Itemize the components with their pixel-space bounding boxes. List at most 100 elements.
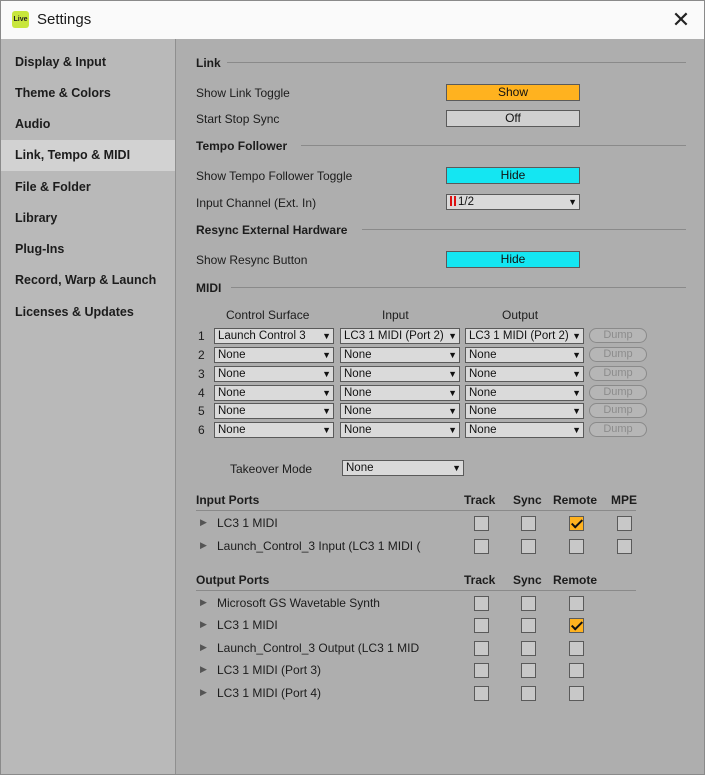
input-column-header: Input xyxy=(382,308,409,322)
output-port-row: ▶ LC3 1 MIDI (Port 3) xyxy=(179,661,689,681)
output-port-track-checkbox[interactable] xyxy=(474,663,489,678)
control-surface-row-number: 1 xyxy=(198,329,205,343)
input-port-track-checkbox[interactable] xyxy=(474,539,489,554)
start-stop-sync-button[interactable]: Off xyxy=(446,110,580,127)
show-tempo-follower-toggle-button[interactable]: Hide xyxy=(446,167,580,184)
sidebar-item-link-tempo-midi[interactable]: Link, Tempo & MIDI xyxy=(1,140,175,171)
sidebar-item-theme-colors[interactable]: Theme & Colors xyxy=(1,78,175,109)
takeover-mode-select[interactable]: None ▼ xyxy=(342,460,464,476)
sidebar-item-library[interactable]: Library xyxy=(1,203,175,234)
output-port-track-checkbox[interactable] xyxy=(474,641,489,656)
dump-button-2[interactable]: Dump xyxy=(589,347,647,362)
show-tempo-follower-toggle-label: Show Tempo Follower Toggle xyxy=(196,169,353,183)
settings-content: Link Show Link Toggle Show Start Stop Sy… xyxy=(179,39,704,774)
link-section-divider xyxy=(227,62,686,63)
midi-section-title: MIDI xyxy=(196,281,222,295)
output-port-sync-checkbox[interactable] xyxy=(521,641,536,656)
chevron-down-icon: ▼ xyxy=(321,423,331,437)
triangle-right-icon[interactable]: ▶ xyxy=(200,687,207,698)
chevron-down-icon: ▼ xyxy=(321,348,331,362)
output-port-remote-checkbox[interactable] xyxy=(569,663,584,678)
control-surface-select-6[interactable]: None ▼ xyxy=(214,422,334,438)
input-port-remote-checkbox[interactable] xyxy=(569,516,584,531)
output-port-name: Launch_Control_3 Output (LC3 1 MID xyxy=(217,641,420,655)
close-icon[interactable]: ✕ xyxy=(668,7,694,33)
midi-output-select-3[interactable]: None ▼ xyxy=(465,366,584,382)
midi-output-select-4[interactable]: None ▼ xyxy=(465,385,584,401)
sidebar-item-file-folder[interactable]: File & Folder xyxy=(1,172,175,203)
output-port-track-checkbox[interactable] xyxy=(474,596,489,611)
output-port-remote-checkbox[interactable] xyxy=(569,641,584,656)
sidebar-item-display-input[interactable]: Display & Input xyxy=(1,47,175,78)
control-surface-select-5[interactable]: None ▼ xyxy=(214,403,334,419)
control-surface-select-1[interactable]: Launch Control 3 ▼ xyxy=(214,328,334,344)
triangle-right-icon[interactable]: ▶ xyxy=(200,619,207,630)
output-port-row: ▶ LC3 1 MIDI xyxy=(179,616,689,636)
output-port-remote-checkbox[interactable] xyxy=(569,686,584,701)
midi-input-select-2[interactable]: None ▼ xyxy=(340,347,460,363)
output-port-remote-checkbox[interactable] xyxy=(569,596,584,611)
input-port-sync-checkbox[interactable] xyxy=(521,516,536,531)
output-port-sync-checkbox[interactable] xyxy=(521,686,536,701)
tempo-follower-section-title: Tempo Follower xyxy=(196,139,288,153)
output-ports-remote-header: Remote xyxy=(553,573,598,587)
dump-button-3[interactable]: Dump xyxy=(589,366,647,381)
input-port-mpe-checkbox[interactable] xyxy=(617,516,632,531)
input-channel-select[interactable]: 1/2 ▼ xyxy=(446,194,580,210)
output-port-track-checkbox[interactable] xyxy=(474,618,489,633)
chevron-down-icon: ▼ xyxy=(447,367,457,381)
control-surface-select-2[interactable]: None ▼ xyxy=(214,347,334,363)
input-ports-sync-header: Sync xyxy=(513,493,542,507)
midi-input-select-3[interactable]: None ▼ xyxy=(340,366,460,382)
output-port-track-checkbox[interactable] xyxy=(474,686,489,701)
midi-output-select-2[interactable]: None ▼ xyxy=(465,347,584,363)
input-port-track-checkbox[interactable] xyxy=(474,516,489,531)
control-surface-row-number: 2 xyxy=(198,348,205,362)
sidebar-item-plug-ins[interactable]: Plug-Ins xyxy=(1,234,175,265)
chevron-down-icon: ▼ xyxy=(447,348,457,362)
input-ports-track-header: Track xyxy=(464,493,496,507)
link-section-title: Link xyxy=(196,56,221,70)
control-surface-select-3[interactable]: None ▼ xyxy=(214,366,334,382)
output-port-row: ▶ Microsoft GS Wavetable Synth xyxy=(179,594,689,614)
chevron-down-icon: ▼ xyxy=(571,386,581,400)
input-port-sync-checkbox[interactable] xyxy=(521,539,536,554)
input-ports-mpe-header: MPE xyxy=(611,493,638,507)
dump-button-4[interactable]: Dump xyxy=(589,385,647,400)
midi-output-select-5[interactable]: None ▼ xyxy=(465,403,584,419)
control-surface-select-4[interactable]: None ▼ xyxy=(214,385,334,401)
midi-output-select-1[interactable]: LC3 1 MIDI (Port 2) ▼ xyxy=(465,328,584,344)
dump-button-1[interactable]: Dump xyxy=(589,328,647,343)
output-port-remote-checkbox[interactable] xyxy=(569,618,584,633)
output-port-sync-checkbox[interactable] xyxy=(521,596,536,611)
input-port-row: ▶ LC3 1 MIDI xyxy=(179,514,689,534)
output-column-header: Output xyxy=(502,308,539,322)
sidebar-item-licenses-updates[interactable]: Licenses & Updates xyxy=(1,297,175,328)
midi-input-select-5[interactable]: None ▼ xyxy=(340,403,460,419)
show-link-toggle-button[interactable]: Show xyxy=(446,84,580,101)
output-port-sync-checkbox[interactable] xyxy=(521,618,536,633)
sidebar-item-audio[interactable]: Audio xyxy=(1,109,175,140)
input-port-name: LC3 1 MIDI xyxy=(217,516,278,530)
input-port-mpe-checkbox[interactable] xyxy=(617,539,632,554)
triangle-right-icon[interactable]: ▶ xyxy=(200,517,207,528)
dump-button-5[interactable]: Dump xyxy=(589,403,647,418)
dump-button-6[interactable]: Dump xyxy=(589,422,647,437)
output-port-sync-checkbox[interactable] xyxy=(521,663,536,678)
triangle-right-icon[interactable]: ▶ xyxy=(200,597,207,608)
triangle-right-icon[interactable]: ▶ xyxy=(200,664,207,675)
midi-output-select-6[interactable]: None ▼ xyxy=(465,422,584,438)
show-resync-button-toggle[interactable]: Hide xyxy=(446,251,580,268)
triangle-right-icon[interactable]: ▶ xyxy=(200,642,207,653)
triangle-right-icon[interactable]: ▶ xyxy=(200,540,207,551)
sidebar-item-record-warp-launch[interactable]: Record, Warp & Launch xyxy=(1,265,175,296)
chevron-down-icon: ▼ xyxy=(571,423,581,437)
chevron-down-icon: ▼ xyxy=(321,404,331,418)
resync-section-divider xyxy=(362,229,686,230)
midi-input-select-6[interactable]: None ▼ xyxy=(340,422,460,438)
midi-input-select-4[interactable]: None ▼ xyxy=(340,385,460,401)
midi-input-select-1[interactable]: LC3 1 MIDI (Port 2) ▼ xyxy=(340,328,460,344)
input-port-remote-checkbox[interactable] xyxy=(569,539,584,554)
input-channel-label: Input Channel (Ext. In) xyxy=(196,196,317,210)
chevron-down-icon: ▼ xyxy=(447,329,457,343)
